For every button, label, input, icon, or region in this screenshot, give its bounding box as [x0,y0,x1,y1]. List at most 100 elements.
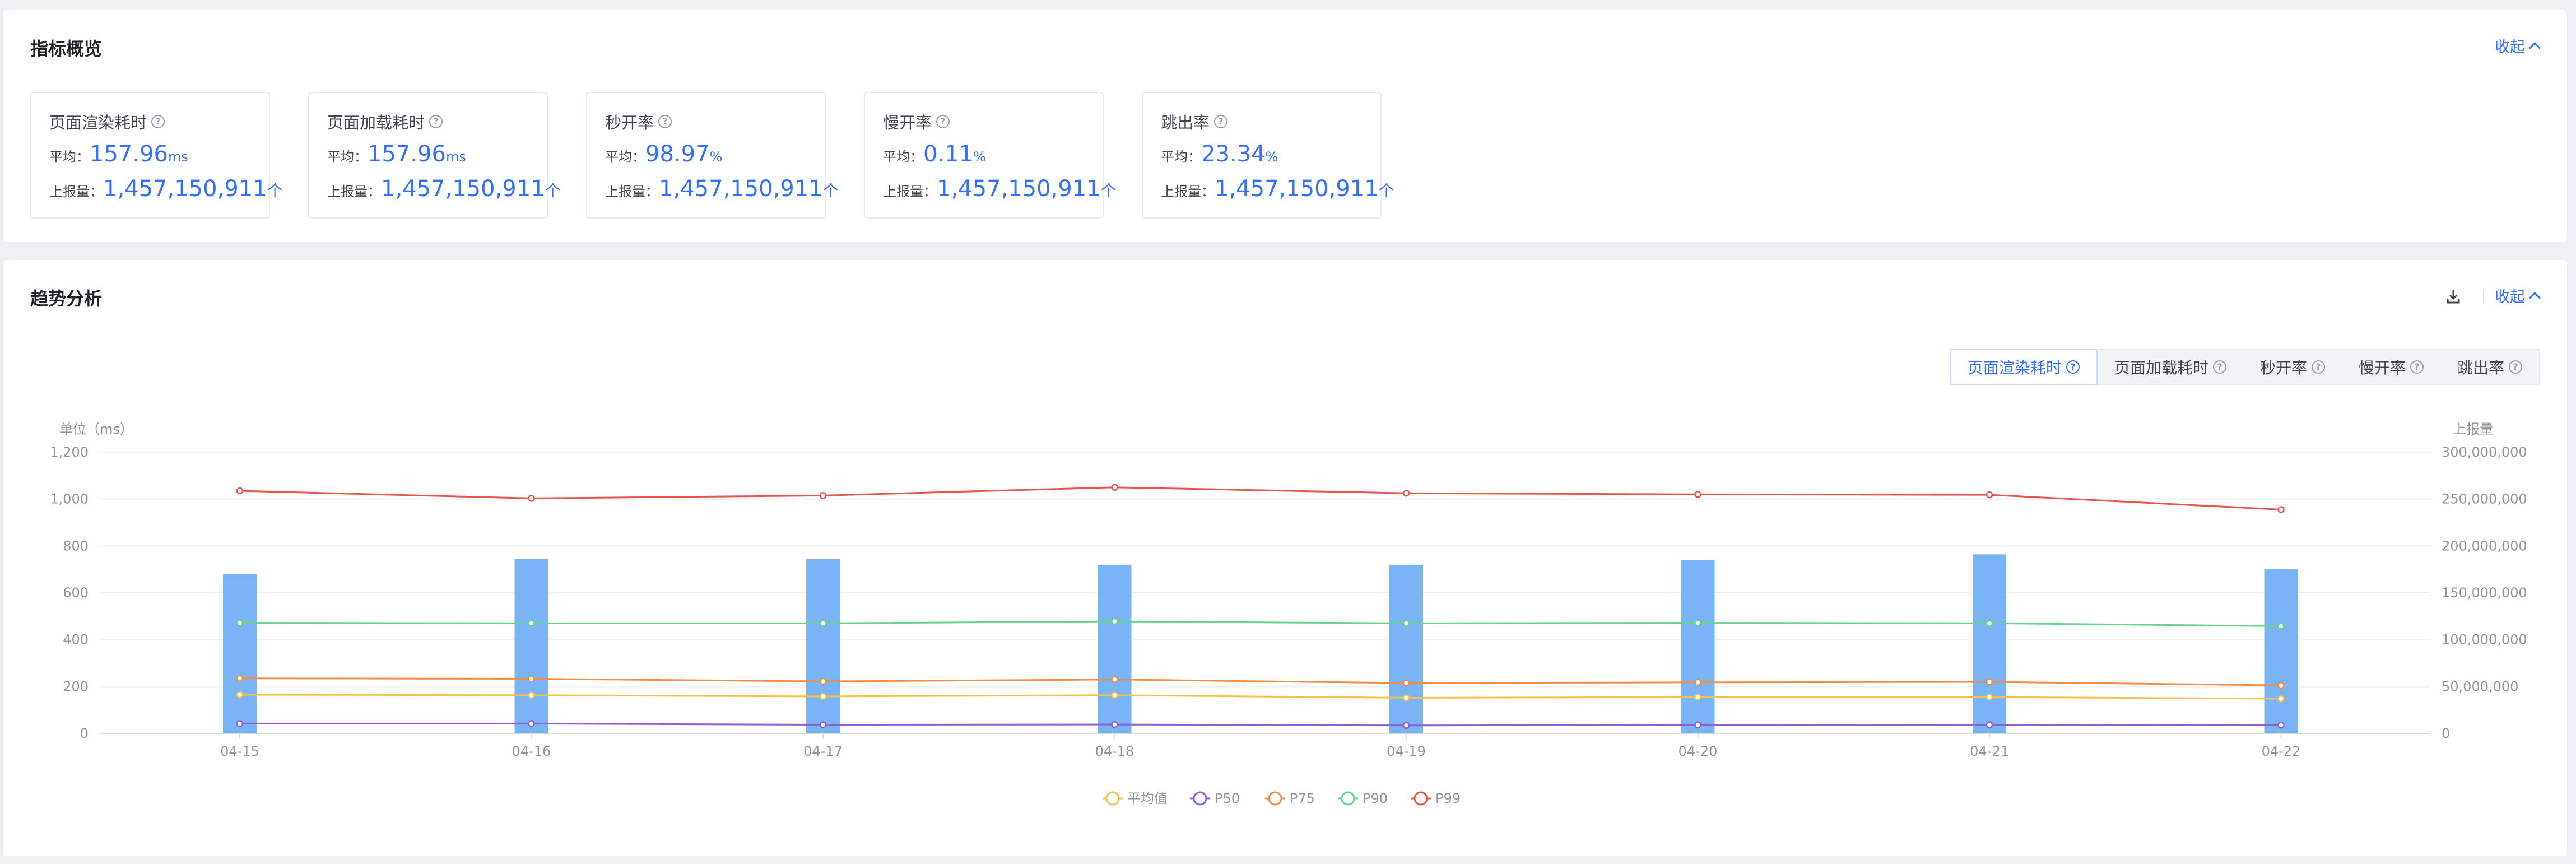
bar [2264,569,2298,733]
series-point [2277,695,2285,703]
bar [1098,564,1132,733]
avg-value: 157.96 [90,141,168,167]
count-unit: 个 [1100,182,1117,200]
metric-name: 慢开率 [883,113,932,132]
series-point [528,720,535,727]
y-tick-label: 0 [80,726,89,741]
series-point [819,492,827,499]
overview-title: 指标概览 [30,38,103,59]
y-tick-label: 1,200 [50,444,89,460]
avg-label: 平均： [605,149,645,165]
avg-unit: ms [445,149,466,165]
series-point [1402,620,1410,627]
trend-card: 趋势分析 收起 页面渲染耗时? 页面加载耗时? 秒开率? 慢开率? 跳出率? 0… [3,260,2567,856]
series-point [1986,721,1993,728]
x-tick-label: 04-19 [1387,744,1426,759]
avg-label: 平均： [49,149,90,165]
series-point [528,691,535,699]
series-point [528,620,535,627]
series-point [1111,721,1118,728]
metric-card-bounce-rate: 跳出率? 平均： 23.34% 上报量： 1,457,150,911 个 [1142,92,1394,219]
metric-name: 页面加载耗时 [327,113,425,132]
x-tick-label: 04-16 [512,744,551,759]
count-value: 1,457,150,911 [937,176,1101,202]
help-icon[interactable]: ? [936,115,950,128]
metric-card-load-time: 页面加载耗时? 平均： 157.96 ms 上报量： 1,457,150,911 个 [308,92,561,219]
overview-collapse-button[interactable]: 收起 [2495,35,2541,57]
x-tick-label: 04-21 [1970,744,2009,759]
series-point [1694,619,1701,626]
y-tick-label: 1,000 [50,491,89,507]
help-icon[interactable]: ? [429,115,443,128]
series-point [1402,694,1410,702]
y2-tick-label: 300,000,000 [2442,444,2527,460]
series-point [1694,693,1701,701]
y2-tick-label: 150,000,000 [2442,585,2527,601]
series-point [236,619,244,626]
series-point [1111,617,1118,625]
avg-value: 0.11 [923,141,974,167]
x-tick-label: 04-20 [1678,744,1718,759]
series-point [1111,676,1118,684]
help-icon[interactable]: ? [151,115,165,128]
metric-card-render-time: 页面渲染耗时? 平均： 157.96 ms 上报量： 1,457,150,911 个 [30,92,283,219]
bar [1681,560,1715,733]
series-point [819,693,827,700]
count-unit: 个 [1378,182,1394,200]
legend-marker [1413,791,1428,806]
legend-label: 平均值 [1127,791,1168,806]
avg-unit: ms [168,149,188,165]
y2-tick-label: 0 [2442,726,2450,741]
legend-label: P90 [1363,791,1388,806]
series-point [819,620,827,627]
series-point [1986,620,1993,627]
bar [806,559,840,733]
series-point [819,721,827,728]
bar [1973,554,2006,733]
count-unit: 个 [267,182,283,200]
series-point [528,675,535,682]
series-point [236,691,244,699]
legend-label: P75 [1290,791,1315,806]
bar [1389,564,1423,733]
avg-unit: % [709,149,723,165]
series-point [1986,491,1993,499]
series-point [1111,484,1118,491]
metric-card-instant-open-rate: 秒开率? 平均： 98.97% 上报量： 1,457,150,911 个 [586,92,839,219]
legend-label: P99 [1435,791,1461,806]
series-point [1986,678,1993,686]
count-value: 1,457,150,911 [381,176,545,202]
count-label: 上报量： [1161,184,1215,199]
avg-value: 157.96 [368,141,446,167]
legend-marker [1268,791,1282,806]
help-icon[interactable]: ? [658,115,672,128]
metric-name: 跳出率 [1161,113,1210,132]
y2-tick-label: 200,000,000 [2442,538,2527,554]
count-value: 1,457,150,911 [1215,176,1379,202]
count-value: 1,457,150,911 [659,176,823,202]
series-point [1111,691,1118,699]
x-tick-label: 04-15 [220,744,259,759]
avg-unit: % [1265,149,1278,165]
y2-tick-label: 50,000,000 [2442,679,2518,694]
chevron-up-icon [2528,41,2541,54]
bar [223,574,257,733]
count-label: 上报量： [49,184,103,199]
series-point [236,675,244,682]
count-label: 上报量： [327,184,381,199]
help-icon[interactable]: ? [1214,115,1228,128]
series-point [1694,721,1701,729]
series-point [236,720,244,727]
series-line [239,486,2281,510]
series-point [1694,491,1701,498]
series-point [2277,681,2285,689]
x-tick-label: 04-18 [1095,744,1134,759]
y2-axis-title: 上报量 [2453,421,2493,437]
series-point [2277,623,2285,630]
series-point [1694,679,1701,686]
avg-unit: % [973,149,986,165]
avg-value: 98.97 [645,141,710,167]
y-tick-label: 800 [63,538,89,554]
y-tick-label: 400 [63,632,89,648]
count-label: 上报量： [883,184,937,199]
